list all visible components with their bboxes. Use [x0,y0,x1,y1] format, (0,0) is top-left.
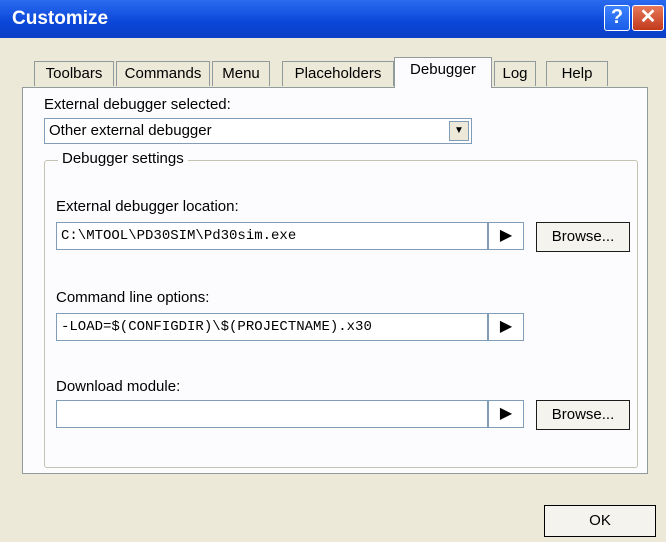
close-icon: ✕ [639,6,657,28]
tab-help[interactable]: Help [546,61,608,86]
download-module-label: Download module: [56,378,181,395]
question-icon: ? [610,6,624,28]
location-browse-button[interactable]: Browse... [536,222,630,252]
customize-dialog: Customize ? ✕ Toolbars Commands Menu Pla… [0,0,666,542]
options-arrow-button[interactable]: ▶ [488,313,524,341]
tab-toolbars[interactable]: Toolbars [34,61,114,86]
location-arrow-button[interactable]: ▶ [488,222,524,250]
tab-log[interactable]: Log [494,61,536,86]
debugger-selected-label: External debugger selected: [44,96,231,113]
download-browse-button[interactable]: Browse... [536,400,630,430]
chevron-down-icon[interactable]: ▼ [449,121,469,141]
command-line-options-input[interactable]: -LOAD=$(CONFIGDIR)\$(PROJECTNAME).x30 [56,313,488,341]
download-arrow-button[interactable]: ▶ [488,400,524,428]
tab-menu[interactable]: Menu [212,61,270,86]
help-button[interactable]: ? [604,5,630,31]
tab-placeholders[interactable]: Placeholders [282,61,394,86]
debugger-settings-title: Debugger settings [58,150,188,167]
tab-debugger[interactable]: Debugger [394,57,492,88]
command-line-options-label: Command line options: [56,289,210,306]
debugger-select-value: Other external debugger [49,122,212,139]
title-bar[interactable]: Customize ? ✕ [0,0,666,38]
download-module-input[interactable] [56,400,488,428]
play-arrow-icon: ▶ [499,318,513,335]
debugger-location-input[interactable]: C:\MTOOL\PD30SIM\Pd30sim.exe [56,222,488,250]
play-arrow-icon: ▶ [499,405,513,422]
window-title: Customize [12,8,109,29]
tab-commands[interactable]: Commands [116,61,210,86]
debugger-select[interactable]: Other external debugger ▼ [44,118,472,144]
close-button[interactable]: ✕ [632,5,664,31]
ok-button[interactable]: OK [544,505,656,537]
play-arrow-icon: ▶ [499,227,513,244]
debugger-location-label: External debugger location: [56,198,239,215]
